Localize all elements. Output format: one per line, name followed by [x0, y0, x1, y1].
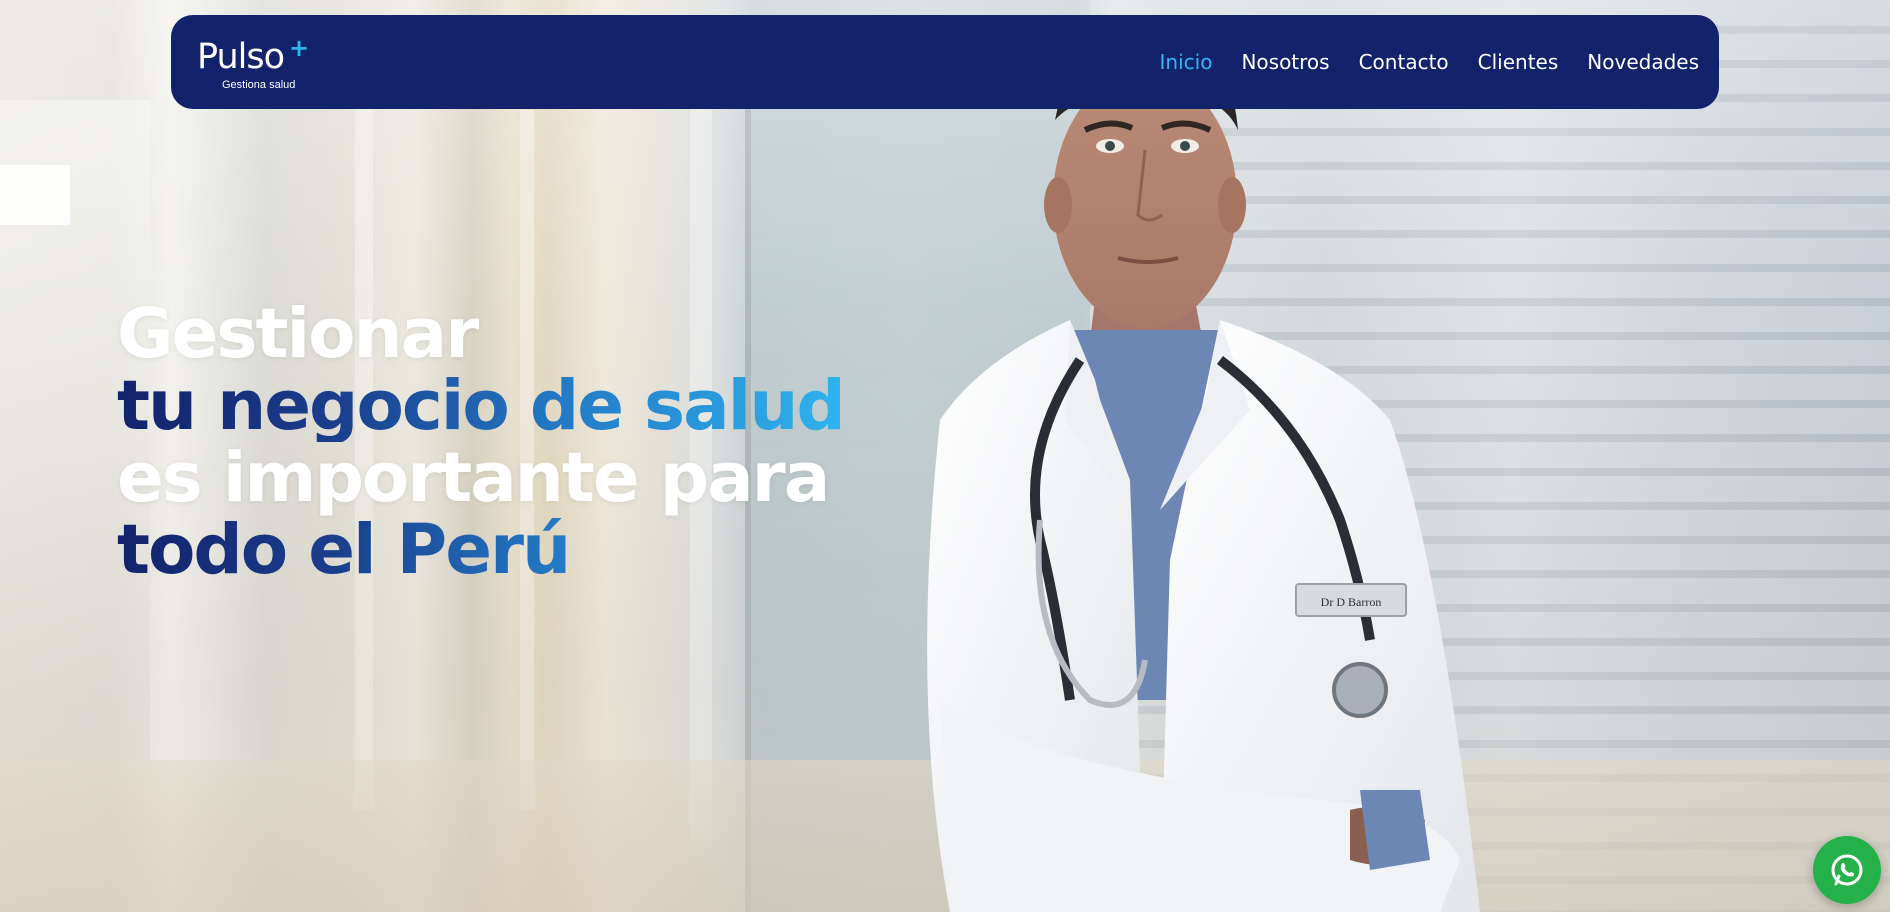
plus-icon: +: [289, 34, 310, 62]
headline-line-4: todo el Perú: [117, 514, 844, 586]
headline-line-2: tu negocio de salud: [117, 366, 846, 446]
whatsapp-button[interactable]: [1813, 836, 1881, 904]
nav-item-clientes[interactable]: Clientes: [1478, 50, 1559, 74]
nav-item-contacto[interactable]: Contacto: [1359, 50, 1449, 74]
nav-item-nosotros[interactable]: Nosotros: [1241, 50, 1329, 74]
headline-line-1: Gestionar: [117, 294, 479, 374]
nav-item-inicio[interactable]: Inicio: [1160, 50, 1213, 74]
nav-item-novedades[interactable]: Novedades: [1587, 50, 1699, 74]
doctor-image: Dr D Barron: [927, 30, 1480, 912]
logo[interactable]: Pulso + Gestiona salud: [197, 32, 317, 92]
logo-tagline: Gestiona salud: [222, 79, 296, 91]
navbar: Pulso + Gestiona salud Inicio Nosotros C…: [171, 15, 1719, 109]
name-badge: Dr D Barron: [1321, 595, 1382, 609]
headline-line-3: es importante para: [117, 438, 830, 518]
whatsapp-icon: [1831, 854, 1863, 886]
hero-headline: Gestionar tu negocio de salud es importa…: [117, 294, 846, 586]
logo-wordmark: Pulso: [197, 37, 285, 77]
nav-menu: Inicio Nosotros Contacto Clientes Noveda…: [1160, 50, 1699, 74]
